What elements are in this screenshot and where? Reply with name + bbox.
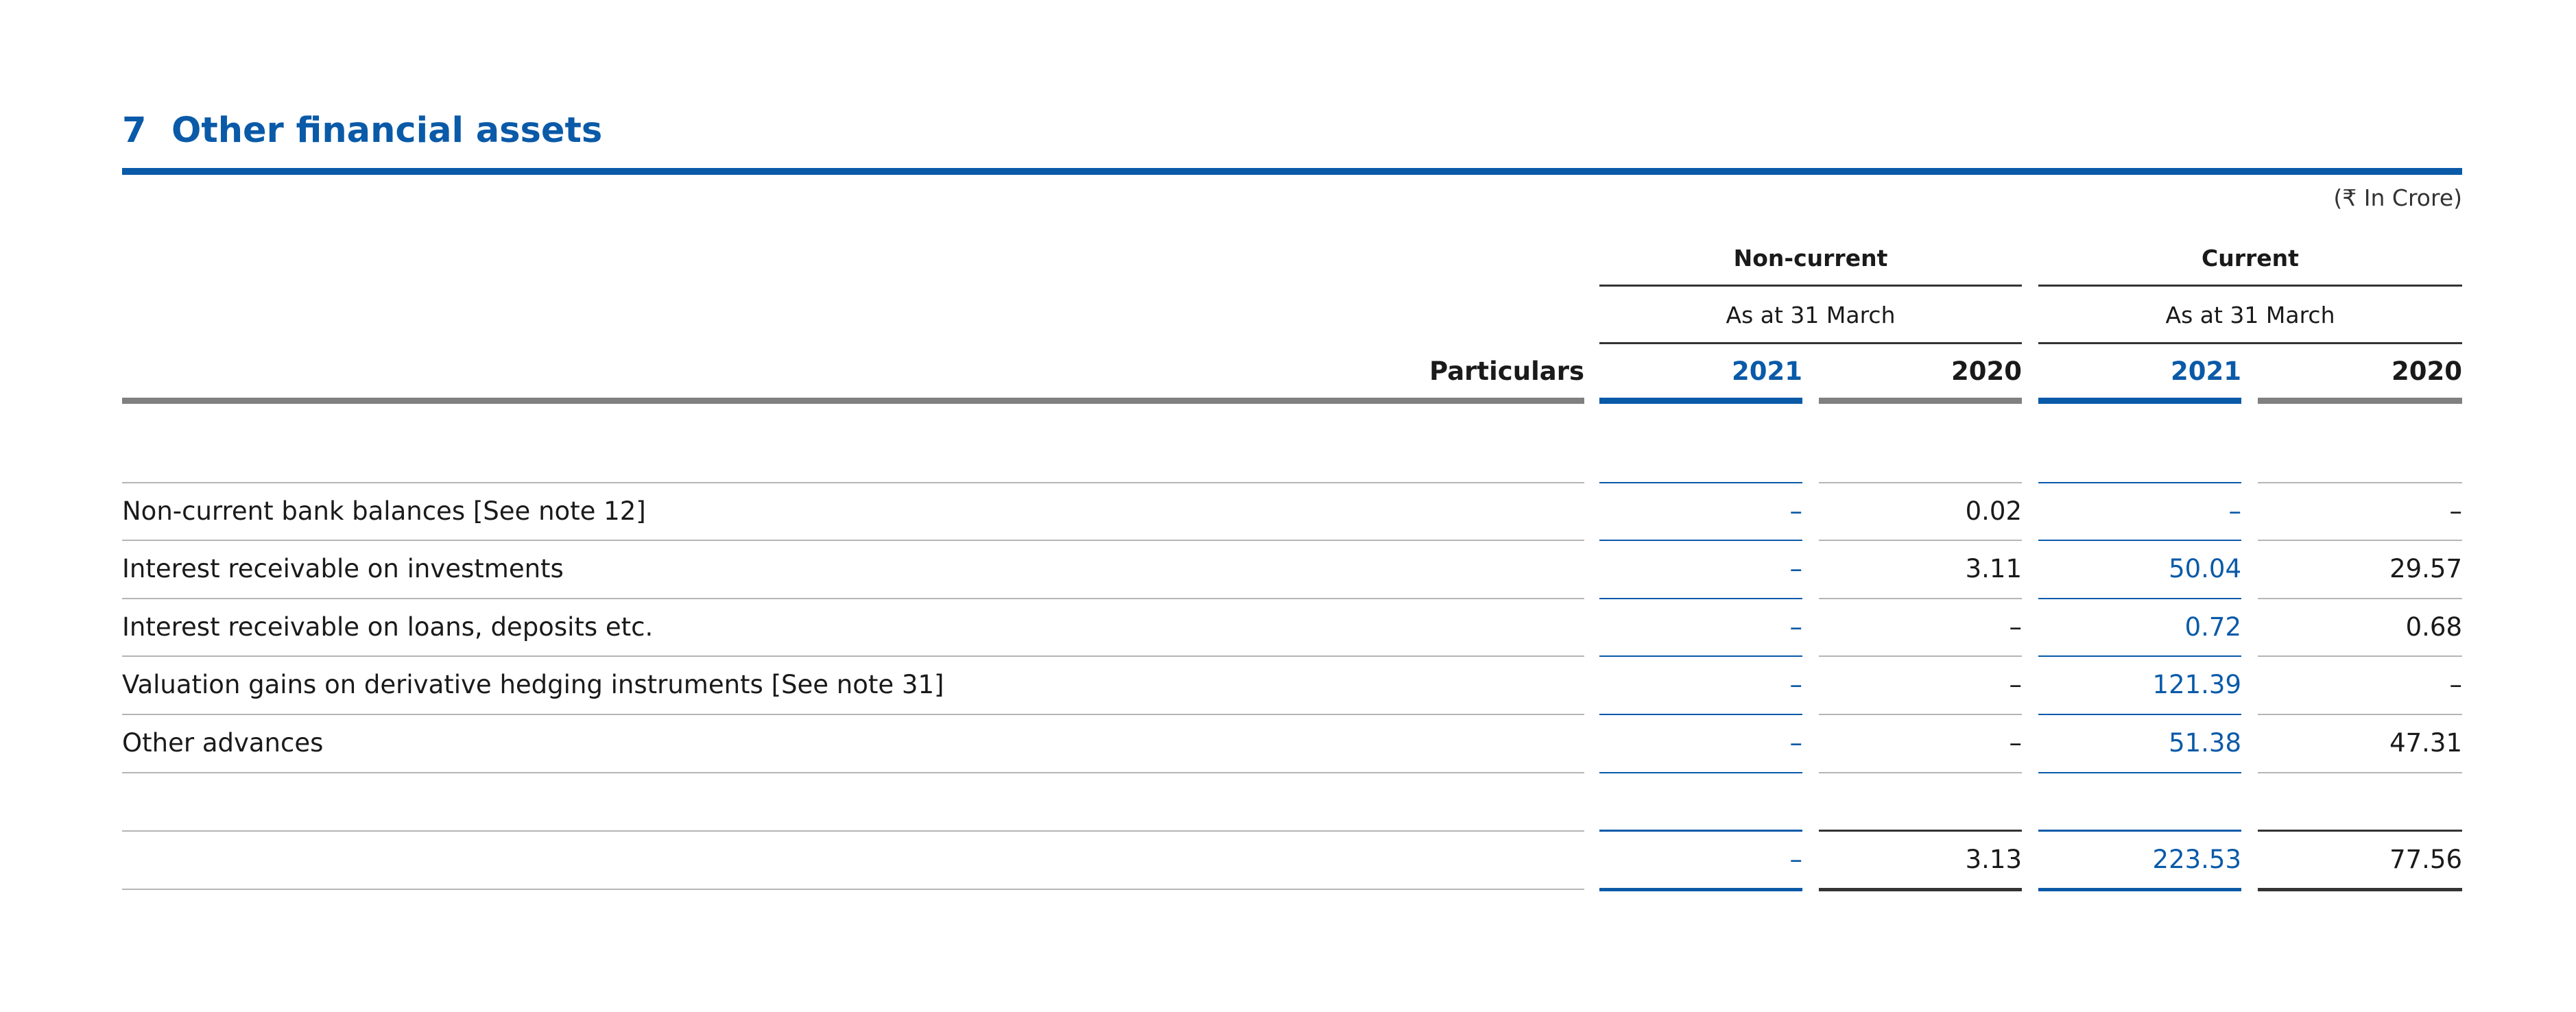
row-separator-line (1599, 540, 1802, 541)
row-separator-line (1819, 772, 2022, 773)
row-separator-line (122, 540, 1584, 541)
total-top-rule-nc-2021 (1599, 830, 1802, 832)
total-bottom-rule-c-2020 (2258, 888, 2462, 891)
year-header-nc-2021: 2021 (1732, 357, 1802, 386)
cell-c-2020: – (2449, 670, 2463, 699)
section-number: 7 (122, 110, 147, 151)
cell-c-2020: 29.57 (2389, 554, 2462, 583)
cell-nc-2021: – (1789, 554, 1803, 583)
row-separator-line (1599, 482, 1802, 483)
row-separator-line (122, 772, 1584, 773)
group-header-current: Current (2202, 245, 2299, 272)
section-title: 7 Other financial assets (122, 113, 602, 148)
total-top-rule-particulars (122, 830, 1584, 832)
row-separator-line (1819, 482, 2022, 483)
total-bottom-rule-c-2021 (2038, 888, 2241, 891)
row-separator-line (1599, 598, 1802, 599)
row-separator-line (122, 714, 1584, 715)
year-header-nc-2020: 2020 (1951, 357, 2022, 386)
row-separator-line (1819, 714, 2022, 715)
row-label: Interest receivable on investments (122, 554, 564, 583)
subheader-non-current: As at 31 March (1726, 302, 1896, 328)
total-c-2020: 77.56 (2389, 845, 2462, 874)
subheader-rule-current (2038, 342, 2462, 344)
cell-nc-2020: – (2009, 728, 2023, 758)
cell-nc-2020: – (2009, 612, 2023, 642)
row-separator-line (2038, 482, 2241, 483)
row-separator-line (1819, 598, 2022, 599)
row-separator-line (122, 655, 1584, 657)
row-separator-line (2038, 772, 2241, 773)
cell-nc-2021: – (1789, 496, 1803, 526)
cell-c-2021: 121.39 (2152, 670, 2241, 699)
total-c-2021: 223.53 (2152, 845, 2241, 874)
subheader-rule-non-current (1599, 342, 2022, 344)
group-rule-non-current (1599, 285, 2022, 287)
row-label: Interest receivable on loans, deposits e… (122, 612, 654, 642)
row-separator-line (1819, 655, 2022, 657)
row-separator-line (1819, 540, 2022, 541)
total-bottom-rule-nc-2020 (1819, 888, 2022, 891)
header-rule-c-2020 (2258, 398, 2462, 404)
cell-c-2020: 0.68 (2405, 612, 2462, 642)
cell-c-2021: 0.72 (2184, 612, 2241, 642)
cell-c-2020: – (2449, 496, 2463, 526)
row-separator-line (2038, 714, 2241, 715)
total-bottom-rule-particulars (122, 889, 1584, 890)
row-label: Valuation gains on derivative hedging in… (122, 670, 944, 699)
title-underline (122, 168, 2462, 175)
row-label: Non-current bank balances [See note 12] (122, 496, 646, 526)
cell-nc-2021: – (1789, 728, 1803, 758)
row-separator-line (2258, 655, 2462, 657)
cell-nc-2021: – (1789, 612, 1803, 642)
row-separator-line (1599, 655, 1802, 657)
year-header-c-2021: 2021 (2171, 357, 2241, 386)
cell-nc-2020: 0.02 (1965, 496, 2022, 526)
row-separator-line (122, 598, 1584, 599)
row-separator-line (2258, 482, 2462, 483)
total-bottom-rule-nc-2021 (1599, 888, 1802, 891)
group-rule-current (2038, 285, 2462, 287)
total-top-rule-nc-2020 (1819, 830, 2022, 832)
cell-nc-2020: 3.11 (1965, 554, 2022, 583)
header-rule-particulars (122, 398, 1584, 404)
header-rule-nc-2021 (1599, 398, 1802, 404)
row-label: Other advances (122, 728, 324, 758)
total-top-rule-c-2020 (2258, 830, 2462, 832)
total-top-rule-c-2021 (2038, 830, 2241, 832)
row-separator-line (2038, 598, 2241, 599)
row-separator-line (2258, 598, 2462, 599)
row-separator-line (1599, 714, 1802, 715)
cell-c-2021: 51.38 (2169, 728, 2241, 758)
row-separator-line (2038, 655, 2241, 657)
row-separator-line (2258, 540, 2462, 541)
row-separator-line (2258, 714, 2462, 715)
header-rule-nc-2020 (1819, 398, 2022, 404)
total-nc-2020: 3.13 (1965, 845, 2022, 874)
row-separator-line (2258, 772, 2462, 773)
row-separator-line (1599, 772, 1802, 773)
header-rule-c-2021 (2038, 398, 2241, 404)
total-nc-2021: – (1789, 845, 1803, 874)
subheader-current: As at 31 March (2165, 302, 2335, 328)
unit-note: (₹ In Crore) (2333, 184, 2462, 211)
cell-nc-2021: – (1789, 670, 1803, 699)
cell-c-2021: 50.04 (2169, 554, 2241, 583)
cell-c-2021: – (2228, 496, 2242, 526)
row-separator-line (2038, 540, 2241, 541)
group-header-non-current: Non-current (1733, 245, 1888, 272)
particulars-header: Particulars (1429, 357, 1584, 386)
cell-nc-2020: – (2009, 670, 2023, 699)
cell-c-2020: 47.31 (2389, 728, 2462, 758)
year-header-c-2020: 2020 (2392, 357, 2462, 386)
section-title-text: Other financial assets (171, 110, 603, 151)
row-separator-line (122, 482, 1584, 483)
